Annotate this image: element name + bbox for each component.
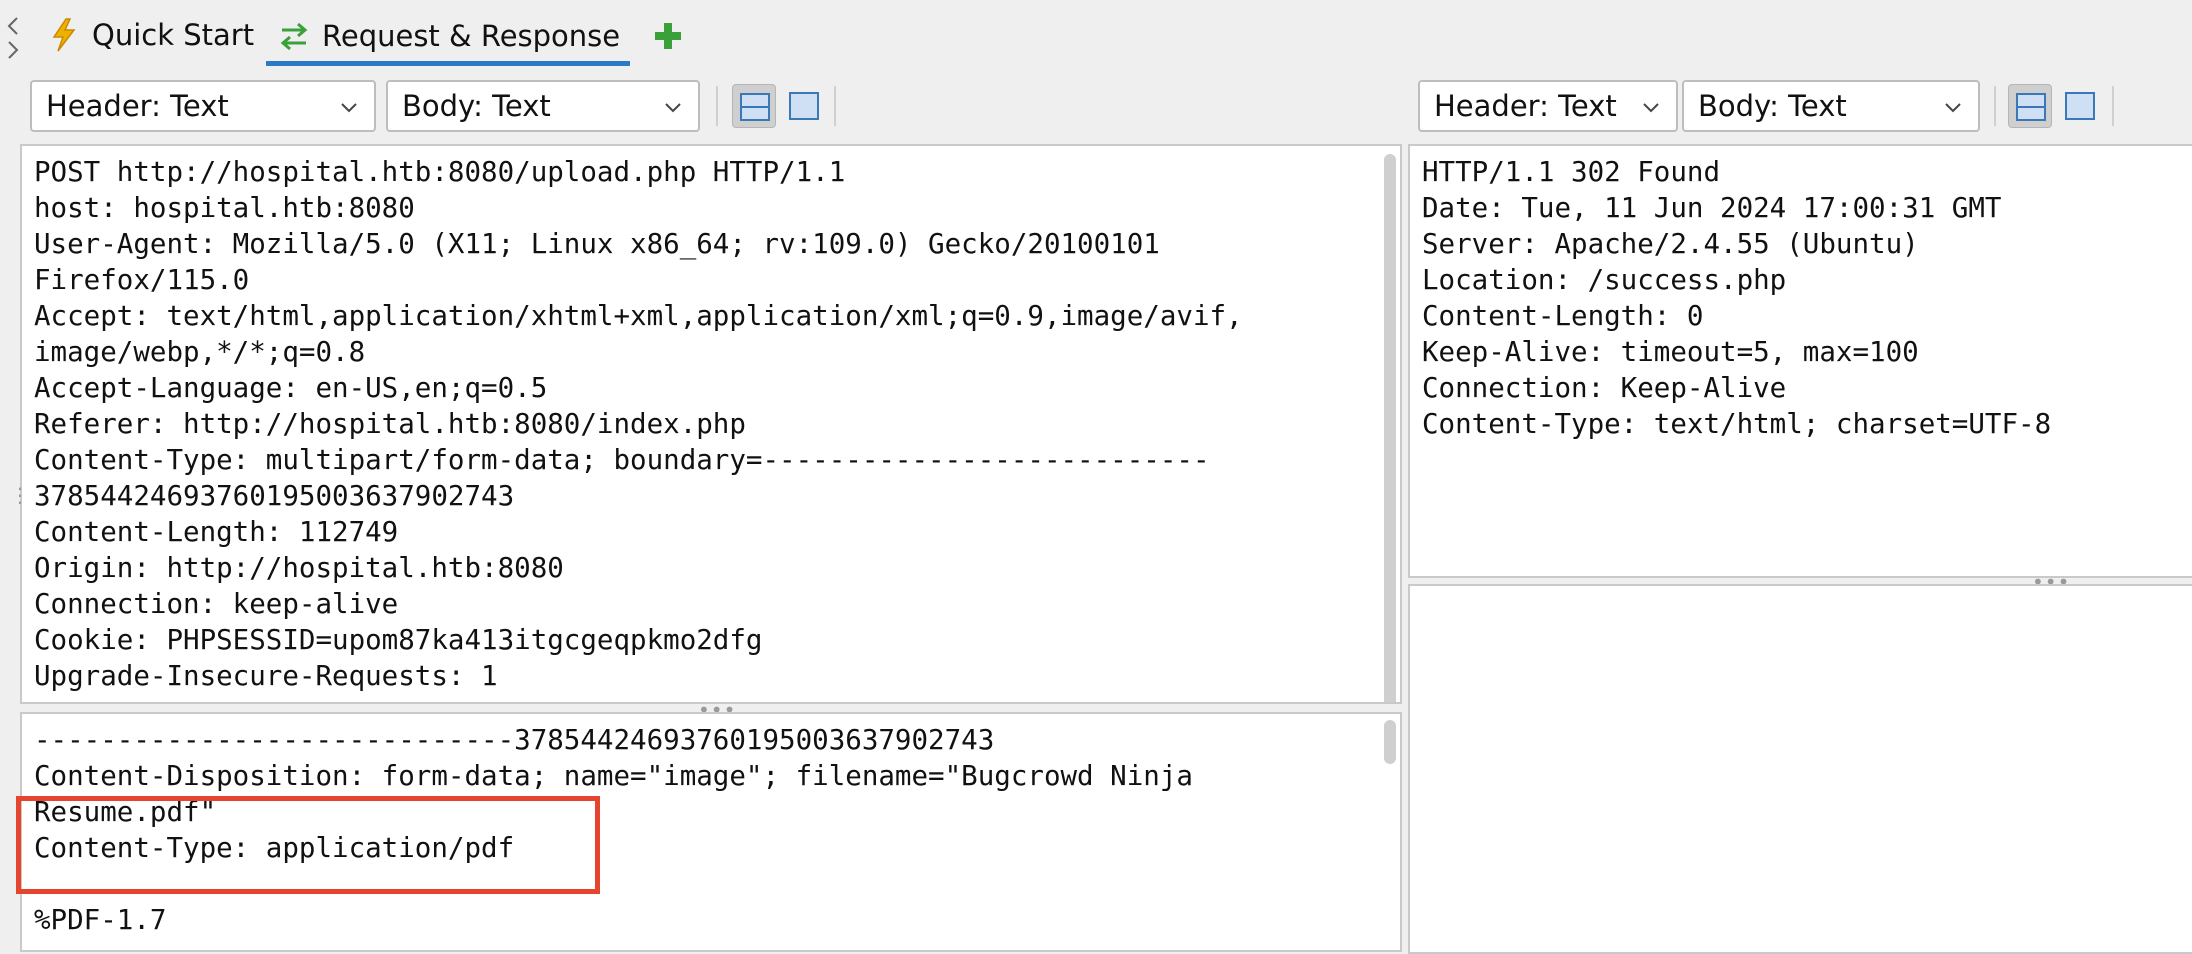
split-horizontal-button[interactable] [732,84,776,128]
tab-request-response[interactable]: Request & Response [266,10,631,66]
vertical-scrollbar[interactable] [1384,720,1396,764]
exchange-arrows-icon [276,18,312,54]
text-line: Date: Tue, 11 Jun 2024 17:00:31 GMT [1422,192,2002,224]
text-line: HTTP/1.1 302 Found [1422,156,1721,188]
response-toolbar: Header: Text Body: Text [1400,80,2192,132]
text-line: Content-Length: 0 [1422,300,1704,332]
text-line: Content-Type: multipart/form-data; bound… [34,444,1210,476]
text-line: Referer: http://hospital.htb:8080/index.… [34,408,746,440]
response-header-text[interactable]: HTTP/1.1 302 Found Date: Tue, 11 Jun 2024… [1422,154,2182,442]
request-response-splitter-handle[interactable]: ⋮ [1400,515,1420,535]
vertical-scrollbar[interactable] [1384,154,1396,702]
request-body-format-select[interactable]: Body: Text [386,80,700,132]
chevron-down-icon [665,103,681,113]
toolbar-separator [1994,86,1996,126]
plus-icon[interactable] [650,18,686,54]
tab-quick-start[interactable]: Quick Start [36,12,264,58]
text-line: 37854424693760195003637902743 [34,480,515,512]
text-line: Content-Type: text/html; charset=UTF-8 [1422,408,2052,440]
request-header-text[interactable]: POST http://hospital.htb:8080/upload.php… [34,154,1376,694]
response-header-format-select[interactable]: Header: Text [1418,80,1678,132]
split-horizontal-icon [2016,93,2046,121]
text-line: Origin: http://hospital.htb:8080 [34,552,564,584]
text-line: image/webp,*/*;q=0.8 [34,336,366,368]
split-vertical-button[interactable] [782,84,826,128]
toolbar-separator [716,86,718,126]
side-panel-handle[interactable]: ⋮ [10,485,30,505]
text-line: Firefox/115.0 [34,264,250,296]
text-line: host: hospital.htb:8080 [34,192,415,224]
text-line: Cookie: PHPSESSID=upom87ka413itgcgeqpkmo… [34,624,763,656]
split-horizontal-button[interactable] [2008,84,2052,128]
toolbar-separator [834,86,836,126]
text-line: Connection: keep-alive [34,588,399,620]
request-header-format-select[interactable]: Header: Text [30,80,376,132]
text-line: Content-Length: 112749 [34,516,399,548]
text-line: -----------------------------37854424693… [34,724,995,756]
toolbar-separator [2112,86,2114,126]
tab-bar: Quick Start Request & Response [0,0,2192,68]
response-body-format-select[interactable]: Body: Text [1682,80,1980,132]
text-line: Server: Apache/2.4.55 (Ubuntu) [1422,228,1919,260]
request-header-pane[interactable]: POST http://hospital.htb:8080/upload.php… [20,144,1402,704]
text-line: User-Agent: Mozilla/5.0 (X11; Linux x86_… [34,228,1160,260]
text-line: Accept-Language: en-US,en;q=0.5 [34,372,548,404]
response-body-pane[interactable] [1408,584,2192,954]
text-line: Location: /success.php [1422,264,1787,296]
request-toolbar: Header: Text Body: Text [0,80,1400,132]
text-line: Upgrade-Insecure-Requests: 1 [34,660,498,692]
tab-scroll-arrows[interactable] [4,8,22,62]
single-pane-icon [789,92,819,120]
highlight-box [16,796,600,894]
text-line: Keep-Alive: timeout=5, max=100 [1422,336,1919,368]
text-line: Connection: Keep-Alive [1422,372,1787,404]
text-line: Accept: text/html,application/xhtml+xml,… [34,300,1243,332]
split-vertical-button[interactable] [2058,84,2102,128]
single-pane-icon [2065,92,2095,120]
text-line: Content-Disposition: form-data; name="im… [34,760,1193,792]
chevron-down-icon [1945,103,1961,113]
chevron-down-icon [1643,103,1659,113]
response-header-pane[interactable]: HTTP/1.1 302 Found Date: Tue, 11 Jun 2024… [1408,144,2192,578]
tab-label: Request & Response [322,18,621,53]
text-line: %PDF-1.7 [34,904,167,936]
text-line: POST http://hospital.htb:8080/upload.php… [34,156,846,188]
tab-label: Quick Start [92,18,255,52]
chevron-left-right-icon[interactable] [4,8,22,62]
split-horizontal-icon [740,93,770,121]
lightning-icon [46,17,82,53]
chevron-down-icon [341,103,357,113]
add-tab-button[interactable] [650,18,686,54]
